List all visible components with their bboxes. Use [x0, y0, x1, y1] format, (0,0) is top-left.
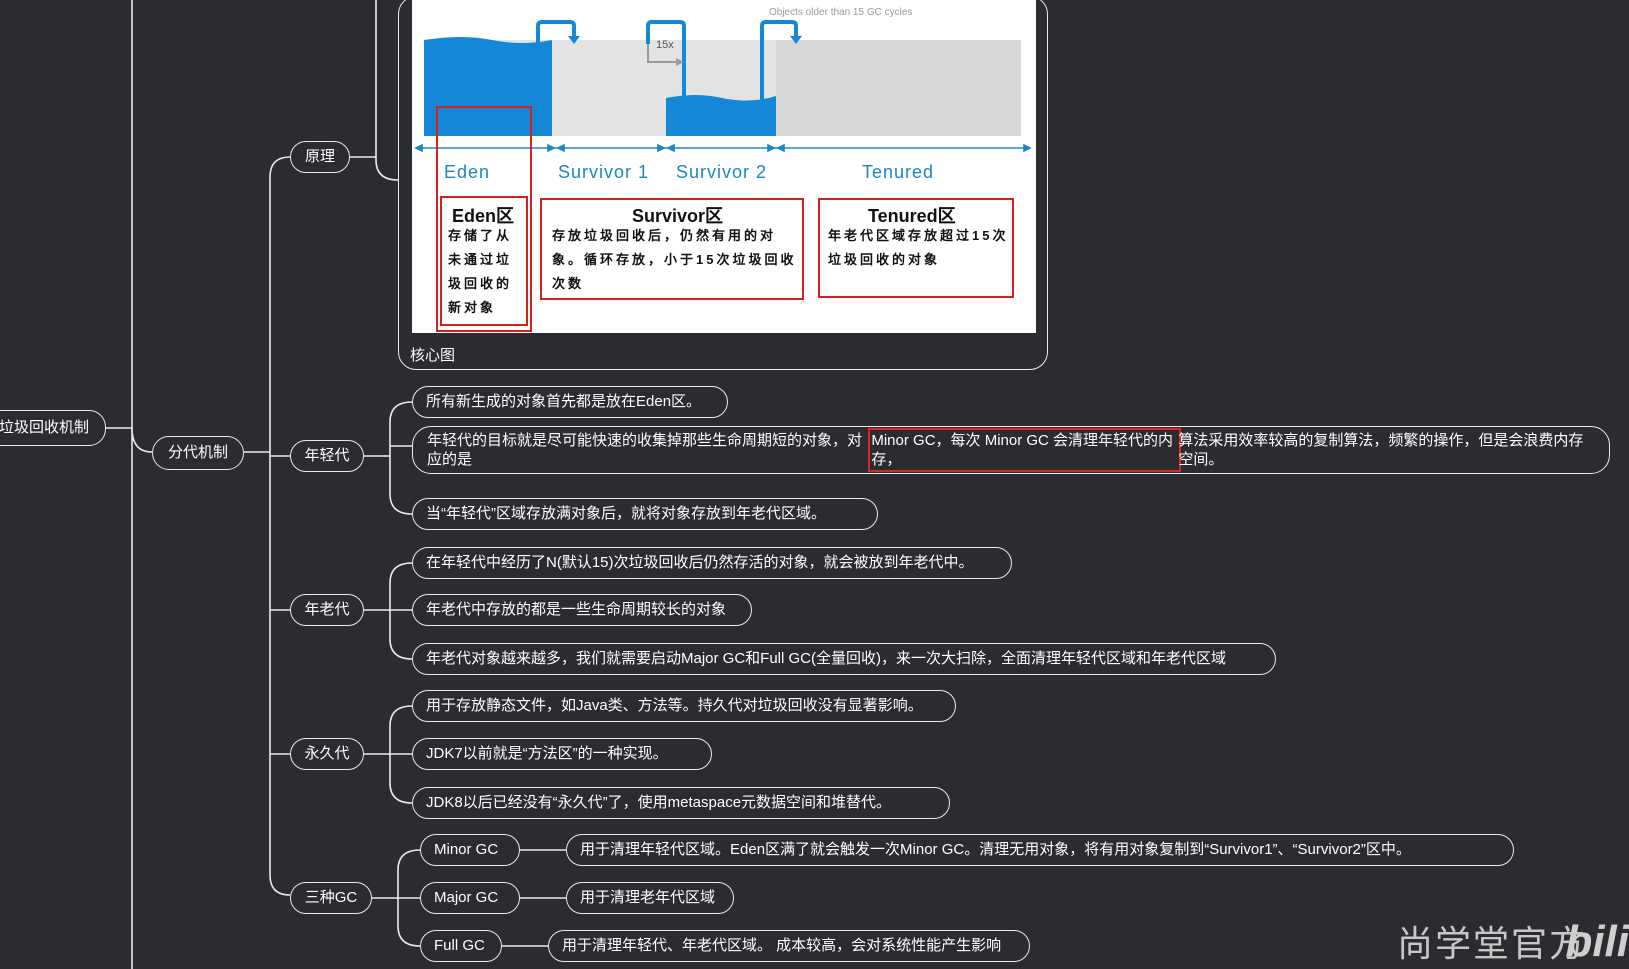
gc-type-minor[interactable]: Minor GC	[420, 834, 520, 866]
young-item-2[interactable]: 年轻代的目标就是尽可能快速的收集掉那些生命周期短的对象，对应的是 Minor GC…	[412, 426, 1610, 474]
old-item-1[interactable]: 在年轻代中经历了N(默认15)次垃圾回收后仍然存活的对象，就会被放到年老代中。	[412, 547, 1012, 579]
topic-young[interactable]: 年轻代	[290, 440, 364, 472]
survivor-box-text: 存放垃圾回收后，仍然有用的对象。循环存放，小于15次垃圾回收次数	[552, 228, 797, 291]
old-item-3[interactable]: 年老代对象越来越多，我们就需要启动Major GC和Full GC(全量回收)，…	[412, 643, 1276, 675]
root-node[interactable]: 垃圾回收机制	[0, 410, 106, 446]
gc-desc-major[interactable]: 用于清理老年代区域	[566, 882, 734, 914]
times-label: 15x	[656, 39, 674, 51]
region-label-survivor-1: Survivor 1	[558, 162, 650, 182]
watermark-text: 尚学堂官方	[1396, 923, 1587, 964]
topic-principle[interactable]: 原理	[290, 141, 350, 173]
young-item-2-after: 算法采用效率较高的复制算法，频繁的操作，但是会浪费内存空间。	[1178, 432, 1584, 468]
gc-type-full[interactable]: Full GC	[420, 930, 502, 962]
topic-perm[interactable]: 永久代	[290, 738, 364, 770]
gc-type-major[interactable]: Major GC	[420, 882, 520, 914]
figure-caption: 核心图	[410, 347, 456, 364]
gc-desc-full[interactable]: 用于清理年轻代、年老代区域。 成本较高，会对系统性能产生影响	[548, 930, 1030, 962]
perm-item-2[interactable]: JDK7以前就是“方法区”的一种实现。	[412, 738, 712, 770]
eden-box-text: 存储了从未通过垃圾回收的新对象	[448, 228, 513, 315]
perm-item-1[interactable]: 用于存放静态文件，如Java类、方法等。持久代对垃圾回收没有显著影响。	[412, 690, 956, 722]
old-item-2[interactable]: 年老代中存放的都是一些生命周期较长的对象	[412, 594, 752, 626]
topic-old[interactable]: 年老代	[290, 594, 364, 626]
young-item-1[interactable]: 所有新生成的对象首先都是放在Eden区。	[412, 386, 728, 418]
gc-desc-minor[interactable]: 用于清理年轻代区域。Eden区满了就会触发一次Minor GC。清理无用对象，将…	[566, 834, 1514, 866]
region-label-tenured: Tenured	[862, 162, 935, 182]
gc-generations-figure: Objects older than 15 GC cycles 15x Eden…	[412, 0, 1036, 333]
branch-node[interactable]: 分代机制	[152, 436, 244, 470]
young-item-2-before: 年轻代的目标就是尽可能快速的收集掉那些生命周期短的对象，对应的是	[427, 432, 863, 468]
young-item-3[interactable]: 当“年轻代”区域存放满对象后，就将对象存放到年老代区域。	[412, 498, 878, 530]
minor-gc-highlight: Minor GC，每次 Minor GC 会清理年轻代的内存，	[868, 428, 1182, 472]
survivor2-water	[666, 95, 776, 136]
tenured-box-text: 年老代区域存放超过15次垃圾回收的对象	[828, 228, 1009, 267]
topic-gc[interactable]: 三种GC	[290, 882, 372, 914]
bilibili-logo: bili	[1565, 917, 1629, 966]
region-label-survivor-2: Survivor 2	[676, 162, 768, 182]
perm-item-3[interactable]: JDK8以后已经没有“永久代”了，使用metaspace元数据空间和堆替代。	[412, 787, 950, 819]
